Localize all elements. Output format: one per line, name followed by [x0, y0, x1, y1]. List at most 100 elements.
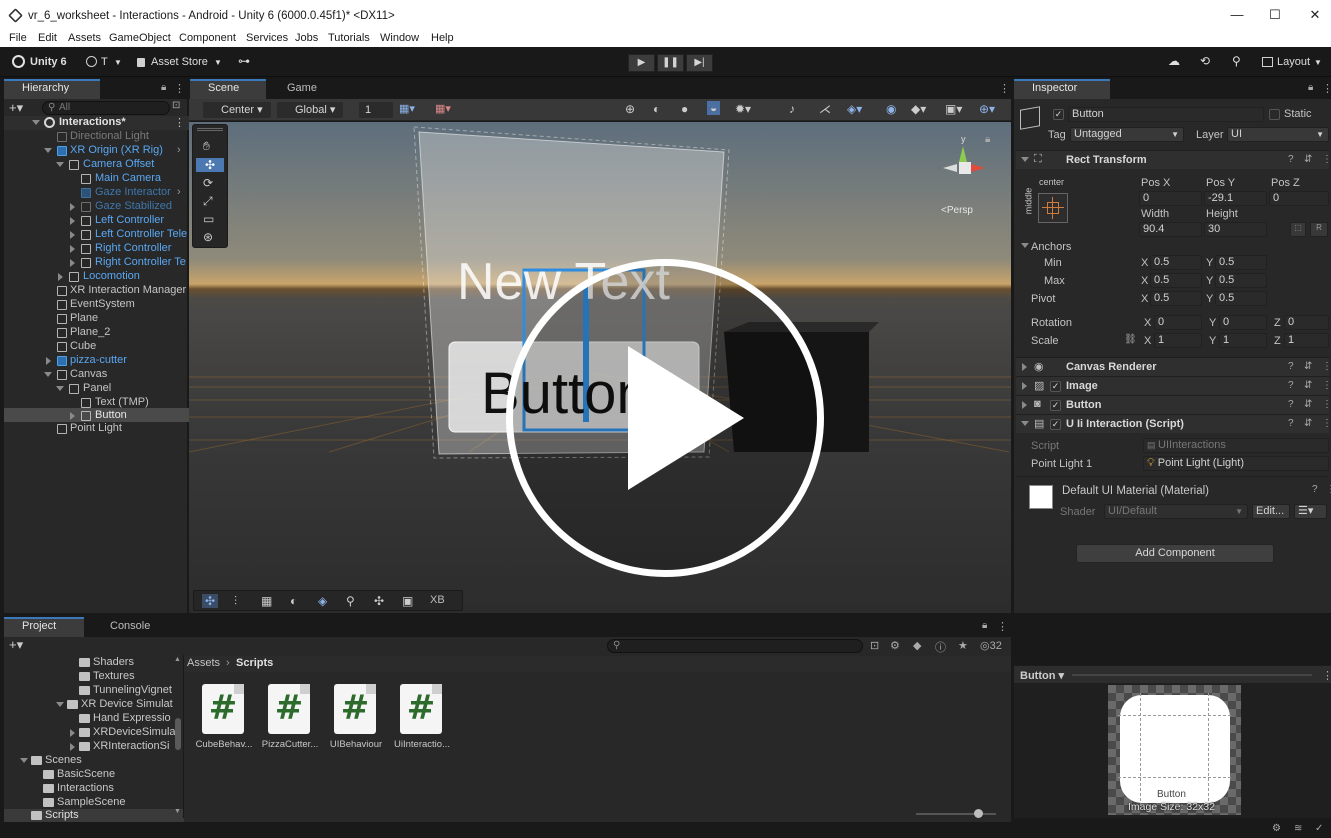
increment-snap-icon[interactable]: ▦▾ [435, 102, 451, 115]
hand-tool-icon[interactable]: ✋︎ [203, 139, 210, 154]
rect-tool-icon[interactable]: ▭ [203, 212, 214, 226]
point-light-field[interactable]: 💡︎ Point Light (Light) [1143, 456, 1329, 471]
pos-z-field[interactable]: 0 [1269, 191, 1329, 206]
xr-layer-icon[interactable]: ◈ [318, 594, 327, 608]
lock-icon[interactable]: 🔒︎ [1308, 82, 1313, 93]
min-x-field[interactable]: 0.5 [1150, 255, 1202, 270]
layers-icon[interactable]: ◈▾ [847, 102, 862, 116]
image-enabled-checkbox[interactable]: ✓ [1050, 381, 1061, 392]
help-icon[interactable]: ? [1288, 418, 1294, 429]
label-filter-icon[interactable]: ◆ [913, 639, 921, 652]
hierarchy-item[interactable]: Gaze Stabilized [4, 200, 190, 214]
camera-icon[interactable]: ▣▾ [945, 102, 962, 116]
constrain-proportions-icon[interactable]: ⛓ [1124, 334, 1137, 345]
more-menu-icon[interactable]: ⋮ [1322, 380, 1331, 391]
more-menu-icon[interactable]: ⋮ [1322, 418, 1331, 429]
xr-device-icon[interactable]: ▣ [402, 594, 413, 608]
tab-console[interactable]: Console [92, 617, 172, 637]
history-icon[interactable]: ⟲ [1200, 54, 1210, 68]
lock-icon[interactable]: 🔒︎ [985, 134, 990, 145]
max-y-field[interactable]: 0.5 [1215, 273, 1267, 288]
fx-icon[interactable]: ⋌ [819, 102, 831, 116]
chevron-right-icon[interactable]: › [177, 186, 181, 198]
static-checkbox[interactable] [1269, 109, 1280, 120]
search-options-icon[interactable]: ⊡ [172, 100, 180, 111]
hierarchy-item[interactable]: Point Light [4, 422, 190, 436]
project-folder-selected[interactable]: Scripts [4, 809, 184, 823]
maximize-button[interactable]: ☐ [1268, 8, 1282, 22]
scale-tool-icon[interactable]: ⤢ [203, 194, 213, 209]
hierarchy-item[interactable]: Canvas [4, 368, 190, 382]
perspective-label[interactable]: <Persp [941, 205, 973, 216]
pivot-y-field[interactable]: 0.5 [1215, 291, 1267, 306]
hierarchy-item[interactable]: Right Controller [4, 242, 190, 256]
search-icon[interactable]: ⚲ [1232, 54, 1241, 68]
asset-store-button[interactable]: Asset Store [151, 56, 208, 68]
more-menu-icon[interactable]: ⋮ [999, 82, 1010, 95]
project-folder[interactable]: Scenes [4, 754, 184, 768]
tab-game[interactable]: Game [269, 79, 339, 99]
script-asset[interactable]: # PizzaCutter... [260, 684, 320, 754]
xr-grid-icon[interactable]: ▦ [261, 594, 272, 608]
help-icon[interactable]: ? [1288, 380, 1294, 391]
unity-version-label[interactable]: Unity 6 [30, 56, 67, 68]
hierarchy-item[interactable]: Left Controller [4, 214, 190, 228]
edit-shader-button[interactable]: Edit... [1252, 504, 1290, 519]
hierarchy-item[interactable]: Cube [4, 340, 190, 354]
help-icon[interactable]: ? [1288, 154, 1294, 165]
hierarchy-item-selected[interactable]: Button [4, 408, 190, 422]
project-folder[interactable]: Textures [4, 670, 184, 684]
search-input[interactable]: ⚲ All [42, 101, 170, 115]
button-header[interactable]: ◙ ✓ Button ? ⇵ ⋮ [1016, 395, 1331, 414]
project-folder[interactable]: XRDeviceSimula [4, 726, 184, 740]
menu-help[interactable]: Help [431, 32, 454, 44]
breadcrumb-assets[interactable]: Assets [187, 657, 220, 669]
version-control-icon[interactable]: ⊶ [238, 54, 250, 68]
hierarchy-item[interactable]: Plane_2 [4, 326, 190, 340]
grid-size-field[interactable]: 1 [359, 102, 393, 118]
lock-icon[interactable]: 🔒︎ [161, 82, 166, 93]
search-by-type-icon[interactable]: ⊡ [870, 639, 879, 652]
xr-search-icon[interactable]: ⚲ [346, 594, 355, 608]
account-label[interactable]: T [101, 56, 108, 68]
script-asset[interactable]: # UiInteractio... [392, 684, 452, 754]
lock-icon[interactable]: 🔒︎ [982, 620, 987, 631]
menu-assets[interactable]: Assets [68, 32, 101, 44]
project-folder[interactable]: Interactions [4, 782, 184, 796]
audio-mute-icon[interactable]: ♪ [789, 102, 795, 116]
chevron-right-icon[interactable]: › [177, 144, 181, 156]
active-checkbox[interactable]: ✓ [1053, 109, 1064, 120]
effects-icon[interactable]: ✹▾ [735, 102, 751, 116]
preset-icon[interactable]: ⇵ [1304, 418, 1312, 429]
rotation-z-field[interactable]: 0 [1284, 315, 1329, 330]
xr-move-icon[interactable]: ✣ [202, 594, 219, 608]
visibility-icon[interactable]: ◉ [886, 102, 896, 116]
gizmos-icon[interactable]: ⊕▾ [979, 102, 995, 116]
tab-inspector[interactable]: Inspector [1014, 79, 1110, 99]
layer-dropdown[interactable]: UI ▼ [1227, 127, 1329, 142]
menu-file[interactable]: File [9, 32, 27, 44]
hierarchy-item[interactable]: pizza-cutter [4, 354, 190, 368]
menu-edit[interactable]: Edit [38, 32, 57, 44]
max-x-field[interactable]: 0.5 [1150, 273, 1202, 288]
rect-transform-header[interactable]: ⛶ Rect Transform ? ⇵ ⋮ [1016, 150, 1331, 169]
more-menu-icon[interactable]: ⋮ [1322, 82, 1331, 95]
ui-interaction-script-header[interactable]: ▤ ✓ U Ii Interaction (Script) ? ⇵ ⋮ [1016, 414, 1331, 433]
xr-rotate-icon[interactable]: ◐ [290, 594, 297, 608]
anchor-presets-button[interactable] [1038, 193, 1068, 223]
project-folder[interactable]: SampleScene [4, 796, 184, 810]
help-icon[interactable]: ? [1288, 399, 1294, 410]
project-folder[interactable]: Hand Expressio [4, 712, 184, 726]
hierarchy-item[interactable]: Panel [4, 382, 190, 396]
preview-splitter[interactable] [1072, 674, 1312, 676]
shader-dropdown[interactable]: UI/Default ▼ [1104, 504, 1248, 519]
more-menu-icon[interactable]: ⋮ [174, 82, 185, 95]
add-component-button[interactable]: Add Component [1076, 544, 1274, 563]
xr-label[interactable]: XB [430, 594, 445, 606]
pos-y-field[interactable]: -29.1 [1204, 191, 1267, 206]
rotate-tool-icon[interactable]: ⟳ [203, 176, 213, 190]
create-asset-button[interactable]: +▾ [9, 637, 23, 653]
preview-title-dropdown[interactable]: Button ▾ [1020, 669, 1064, 682]
more-menu-icon[interactable]: ⋮ [997, 620, 1008, 633]
project-folder[interactable]: TunnelingVignet [4, 684, 184, 698]
